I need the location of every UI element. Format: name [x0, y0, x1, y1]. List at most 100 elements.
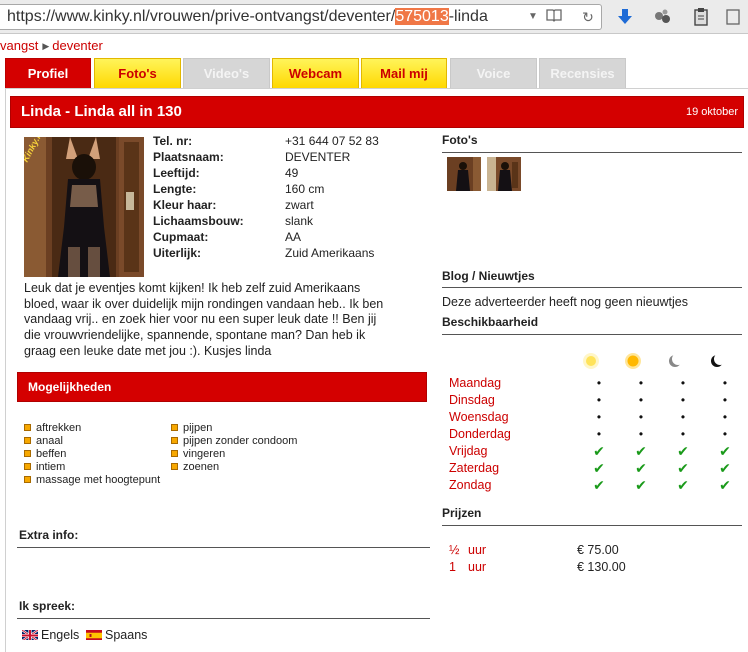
extensions-icon[interactable]	[651, 7, 673, 29]
night-moon-icon	[708, 352, 726, 370]
detail-label-leeftijd: Leeftijd:	[153, 166, 200, 180]
detail-value-leeftijd: 49	[285, 166, 299, 180]
profile-description: Leuk dat je eventjes komt kijken! Ik heb…	[24, 281, 384, 358]
detail-label-haar: Kleur haar:	[153, 198, 217, 212]
list-item: aftrekken	[24, 422, 81, 435]
dot-icon: •	[680, 410, 686, 424]
check-icon: ✔	[719, 477, 731, 493]
dot-icon: •	[722, 427, 728, 441]
dot-icon: •	[680, 376, 686, 390]
dot-icon: •	[722, 410, 728, 424]
option-label: aftrekken	[36, 422, 82, 434]
dot-icon: •	[680, 427, 686, 441]
divider	[442, 287, 742, 288]
morning-sun-icon	[582, 352, 600, 370]
option-label: zoenen	[183, 461, 220, 473]
language-label: Engels	[41, 628, 80, 642]
list-item: intiem	[24, 461, 65, 474]
dot-icon: •	[638, 376, 644, 390]
dot-icon: •	[596, 427, 602, 441]
day-label-woensdag: Woensdag	[449, 410, 509, 424]
dot-icon: •	[596, 393, 602, 407]
list-item: pijpen zonder condoom	[171, 435, 297, 448]
check-icon: ✔	[677, 460, 689, 476]
detail-label-bouw: Lichaamsbouw:	[153, 214, 244, 228]
bullet-icon	[171, 449, 178, 457]
option-label: massage met hoogtepunt	[36, 474, 161, 486]
dot-icon: •	[722, 376, 728, 390]
clipboard-icon[interactable]	[690, 7, 712, 29]
photo-thumbnail[interactable]	[487, 157, 521, 191]
prijzen-title: Prijzen	[442, 506, 482, 520]
divider	[442, 525, 742, 526]
detail-value-plaats: DEVENTER	[285, 150, 351, 164]
reload-icon[interactable]: ↻	[579, 8, 597, 26]
price-qty: 1	[449, 560, 456, 574]
list-item: vingeren	[171, 448, 225, 461]
price-value: € 75.00	[577, 543, 619, 557]
check-icon: ✔	[593, 477, 605, 493]
bullet-icon	[171, 423, 178, 431]
tab-videos[interactable]: Video's	[183, 58, 270, 88]
check-icon: ✔	[635, 443, 647, 459]
profile-title: Linda - Linda all in 130	[21, 103, 182, 120]
detail-value-tel[interactable]: +31 644 07 52 83	[285, 133, 379, 149]
language-label: Spaans	[105, 628, 148, 642]
profile-date: 19 oktober	[686, 106, 738, 118]
list-item: anaal	[24, 435, 63, 448]
tab-profiel[interactable]: Profiel	[5, 58, 91, 88]
more-icon[interactable]	[722, 7, 744, 29]
day-label-dinsdag: Dinsdag	[449, 393, 495, 407]
divider	[442, 334, 742, 335]
day-label-vrijdag: Vrijdag	[449, 444, 488, 458]
download-icon[interactable]	[614, 7, 636, 29]
afternoon-sun-icon	[624, 352, 642, 370]
tab-fotos[interactable]: Foto's	[94, 58, 181, 88]
dropdown-arrow-icon[interactable]: ▼	[524, 8, 542, 26]
bullet-icon	[24, 423, 31, 431]
price-qty: ½	[449, 543, 460, 557]
detail-label-plaats: Plaatsnaam:	[153, 150, 224, 164]
beschikbaarheid-title: Beschikbaarheid	[442, 315, 539, 329]
divider	[17, 547, 430, 548]
breadcrumb-item-deventer[interactable]: deventer	[52, 38, 103, 53]
day-label-zondag: Zondag	[449, 478, 492, 492]
dot-icon: •	[638, 393, 644, 407]
tab-recensies[interactable]: Recensies	[539, 58, 626, 88]
mogelijkheden-header: Mogelijkheden	[17, 372, 427, 402]
url-suffix: -linda	[448, 8, 488, 25]
evening-moon-icon	[666, 352, 684, 370]
tab-voice[interactable]: Voice	[450, 58, 537, 88]
language-spaans: Spaans	[86, 627, 147, 643]
breadcrumb-item-ontvangst[interactable]: vangst	[0, 38, 38, 53]
detail-value-lengte: 160 cm	[285, 182, 325, 196]
profile-title-bar: Linda - Linda all in 130 19 oktober	[10, 96, 744, 128]
price-value: € 130.00	[577, 560, 626, 574]
day-label-zaterdag: Zaterdag	[449, 461, 500, 475]
url-field[interactable]: https://www.kinky.nl/vrouwen/prive-ontva…	[0, 4, 602, 30]
profile-photo[interactable]: Kinky.nl	[24, 137, 144, 277]
photo-thumbnail[interactable]	[447, 157, 481, 191]
option-label: vingeren	[183, 448, 226, 460]
option-label: beffen	[36, 448, 67, 460]
option-label: pijpen	[183, 422, 213, 434]
list-item: beffen	[24, 448, 66, 461]
dot-icon: •	[680, 393, 686, 407]
dot-icon: •	[722, 393, 728, 407]
check-icon: ✔	[635, 477, 647, 493]
tab-mail-mij[interactable]: Mail mij	[361, 58, 447, 88]
dot-icon: •	[596, 376, 602, 390]
uk-flag-icon	[22, 629, 38, 641]
tab-webcam[interactable]: Webcam	[272, 58, 359, 88]
check-icon: ✔	[593, 460, 605, 476]
browser-toolbar: https://www.kinky.nl/vrouwen/prive-ontva…	[0, 0, 748, 34]
day-label-donderdag: Donderdag	[449, 427, 511, 441]
check-icon: ✔	[635, 460, 647, 476]
breadcrumb-arrow-icon: ▶	[42, 41, 50, 51]
bullet-icon	[171, 462, 178, 470]
detail-value-bouw: slank	[285, 214, 314, 228]
option-label: anaal	[36, 435, 63, 447]
detail-label-uiterlijk: Uiterlijk:	[153, 246, 202, 260]
price-unit: uur	[468, 543, 487, 557]
reader-view-icon[interactable]	[545, 8, 563, 26]
